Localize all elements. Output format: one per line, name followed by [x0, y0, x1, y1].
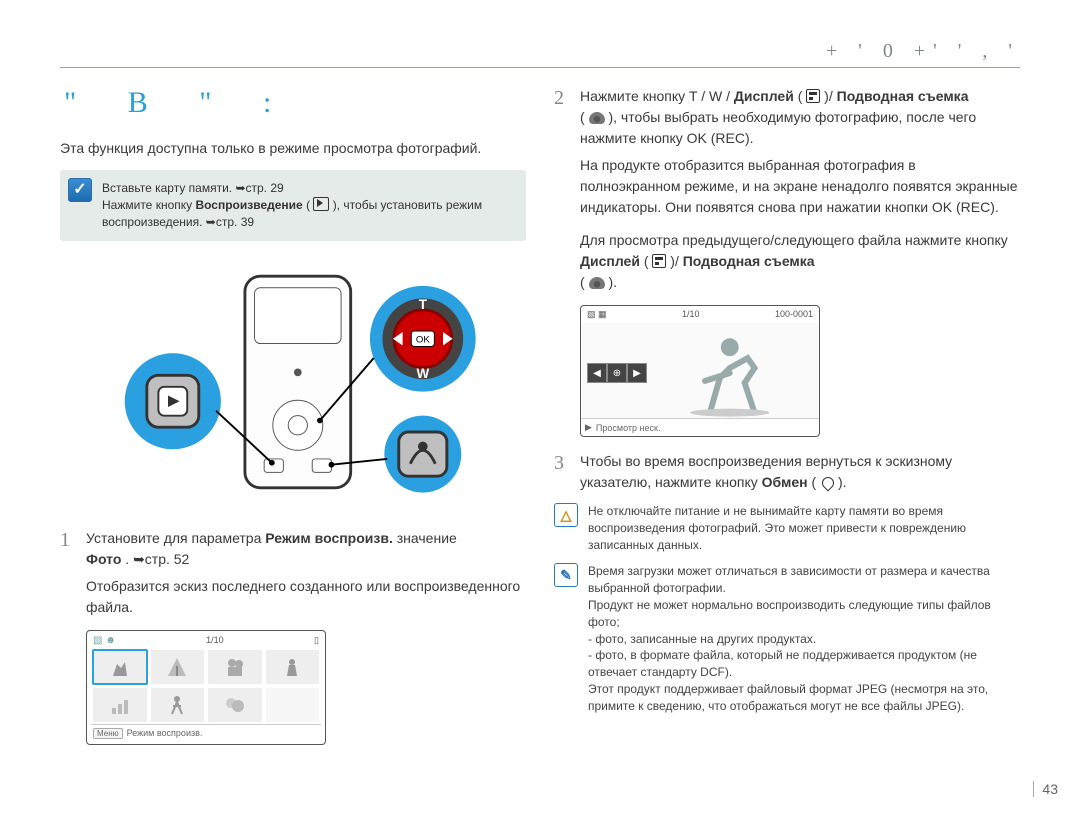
- thumb-footer-label: Режим воспроизв.: [127, 728, 203, 738]
- thumbnail-grid: [91, 648, 321, 724]
- scrollbar-track-icon: ▯: [314, 635, 319, 646]
- warning-note: △ Не отключайте питание и не вынимайте к…: [554, 503, 1020, 553]
- share-icon: [820, 475, 834, 489]
- menu-button-icon: Меню: [93, 728, 123, 739]
- thumbnail-screen: ▧ ☻ 1/10 ▯: [86, 630, 326, 745]
- step-1: 1 Установите для параметра Режим воспрои…: [60, 528, 526, 570]
- thumbnail-2: [151, 650, 205, 684]
- display-icon: [806, 89, 820, 103]
- warning-icon: △: [554, 503, 578, 527]
- check-icon: ✓: [68, 178, 92, 202]
- single-screen-header: ▧ ▦ 1/10 100-0001: [581, 306, 819, 323]
- display-icon: [652, 254, 666, 268]
- single-footer-label: Просмотр неск.: [596, 423, 661, 433]
- tip-line-1: Вставьте карту памяти. ➥стр. 29: [102, 180, 516, 197]
- right-column: 2 Нажмите кнопку T / W / Дисплей ( )/ По…: [554, 86, 1020, 759]
- step-body: Установите для параметра Режим воспроизв…: [86, 528, 457, 570]
- single-screen-footer: ▶ Просмотр неск.: [581, 418, 819, 436]
- thumbnail-8-empty: [266, 688, 320, 722]
- thumb-counter: 1/10: [206, 635, 224, 645]
- underwater-icon: [589, 112, 605, 124]
- step-2: 2 Нажмите кнопку T / W / Дисплей ( )/ По…: [554, 86, 1020, 149]
- header-rule: [60, 67, 1020, 68]
- step-body: Чтобы во время воспроизведения вернуться…: [580, 451, 1020, 493]
- step-body: Нажмите кнопку T / W / Дисплей ( )/ Подв…: [580, 86, 1020, 149]
- device-illustration: OK T W: [60, 257, 526, 507]
- thumb-screen-footer: Меню Режим воспроизв.: [91, 724, 321, 740]
- svg-text:OK: OK: [416, 334, 430, 345]
- svg-text:T: T: [419, 297, 428, 312]
- zoom-icon: ⊕: [607, 363, 627, 383]
- tip-box: ✓ Вставьте карту памяти. ➥стр. 29 Нажмит…: [60, 170, 526, 240]
- step-number: 3: [554, 451, 572, 493]
- info-text: Время загрузки может отличаться в зависи…: [588, 563, 1020, 714]
- step-number: 2: [554, 86, 572, 149]
- thumbnail-6: [151, 688, 205, 722]
- step-number: 1: [60, 528, 78, 570]
- header-icons: ▧ ▦: [587, 309, 607, 320]
- thumbnail-1: [93, 650, 147, 684]
- step-3: 3 Чтобы во время воспроизведения вернуть…: [554, 451, 1020, 493]
- step-1-sub: Отобразится эскиз последнего созданного …: [86, 576, 526, 618]
- single-counter: 1/10: [682, 309, 700, 320]
- step-2-sub2: Для просмотра предыдущего/следующего фай…: [580, 230, 1020, 293]
- single-filename: 100-0001: [775, 309, 813, 320]
- info-note: ✎ Время загрузки может отличаться в зави…: [554, 563, 1020, 714]
- step-2-sub1: На продукте отобразится выбранная фотогр…: [580, 155, 1020, 218]
- section-title: " B " :: [64, 86, 526, 120]
- next-icon: ▶: [627, 363, 647, 383]
- thumbnail-4: [266, 650, 320, 684]
- warning-text: Не отключайте питание и не вынимайте кар…: [588, 503, 1020, 553]
- underwater-icon: [589, 277, 605, 289]
- info-icon: ✎: [554, 563, 578, 587]
- thumb-screen-header: ▧ ☻ 1/10 ▯: [91, 635, 321, 648]
- multi-view-button-icon: ▶: [585, 422, 592, 433]
- thumbnail-5: [93, 688, 147, 722]
- zoom-controls-icon: ◀ ⊕ ▶: [587, 363, 647, 383]
- page-number: 43: [1033, 781, 1058, 797]
- svg-text:W: W: [416, 366, 429, 381]
- thumbnail-3: [208, 650, 262, 684]
- intro-text: Эта функция доступна только в режиме про…: [60, 138, 526, 158]
- tip-line-2: Нажмите кнопку Воспроизведение ( ), чтоб…: [102, 197, 516, 231]
- single-photo-area: ◀ ⊕ ▶: [581, 323, 819, 418]
- thumbnail-7: [208, 688, 262, 722]
- single-view-screen: ▧ ▦ 1/10 100-0001 ◀ ⊕ ▶: [580, 305, 820, 437]
- play-icon: [313, 197, 329, 211]
- left-column: " B " : Эта функция доступна только в ре…: [60, 86, 526, 759]
- header-decorative-text: + ' 0 +' ' , ': [60, 40, 1020, 63]
- card-icon: ▧ ☻: [93, 635, 116, 646]
- prev-icon: ◀: [587, 363, 607, 383]
- manual-page: + ' 0 +' ' , ' " B " : Эта функция досту…: [0, 0, 1080, 825]
- two-column-layout: " B " : Эта функция доступна только в ре…: [60, 86, 1020, 759]
